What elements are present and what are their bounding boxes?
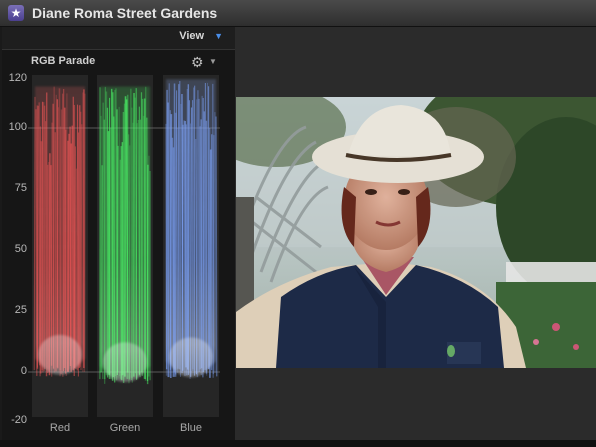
trace-red bbox=[33, 86, 86, 377]
y-tick-label: 25 bbox=[14, 304, 27, 316]
bottom-strip bbox=[0, 440, 596, 447]
trace-blue bbox=[165, 79, 218, 379]
channel-label-red: Red bbox=[49, 422, 71, 434]
y-tick-label: 50 bbox=[14, 243, 27, 255]
channel-label-green: Green bbox=[109, 422, 141, 434]
trace-green bbox=[99, 86, 151, 385]
viewer-panel bbox=[235, 27, 596, 447]
video-frame-image bbox=[236, 97, 596, 368]
rgb-parade-chart bbox=[28, 75, 220, 417]
y-tick-label: 120 bbox=[8, 72, 27, 85]
y-tick-label: 75 bbox=[14, 182, 27, 194]
video-frame[interactable] bbox=[236, 97, 596, 368]
y-tick-label: 100 bbox=[8, 121, 27, 133]
star-icon: ★ bbox=[8, 5, 24, 21]
window-title: Diane Roma Street Gardens bbox=[32, 5, 218, 21]
video-scopes-panel: View ▼ RGB Parade ⚙ ▼ 120 100 75 50 25 0… bbox=[2, 27, 236, 447]
y-tick-label: 0 bbox=[20, 365, 27, 377]
y-tick-label: -20 bbox=[11, 413, 27, 426]
title-bar: ★ Diane Roma Street Gardens bbox=[0, 0, 596, 27]
channel-label-blue: Blue bbox=[179, 422, 203, 434]
